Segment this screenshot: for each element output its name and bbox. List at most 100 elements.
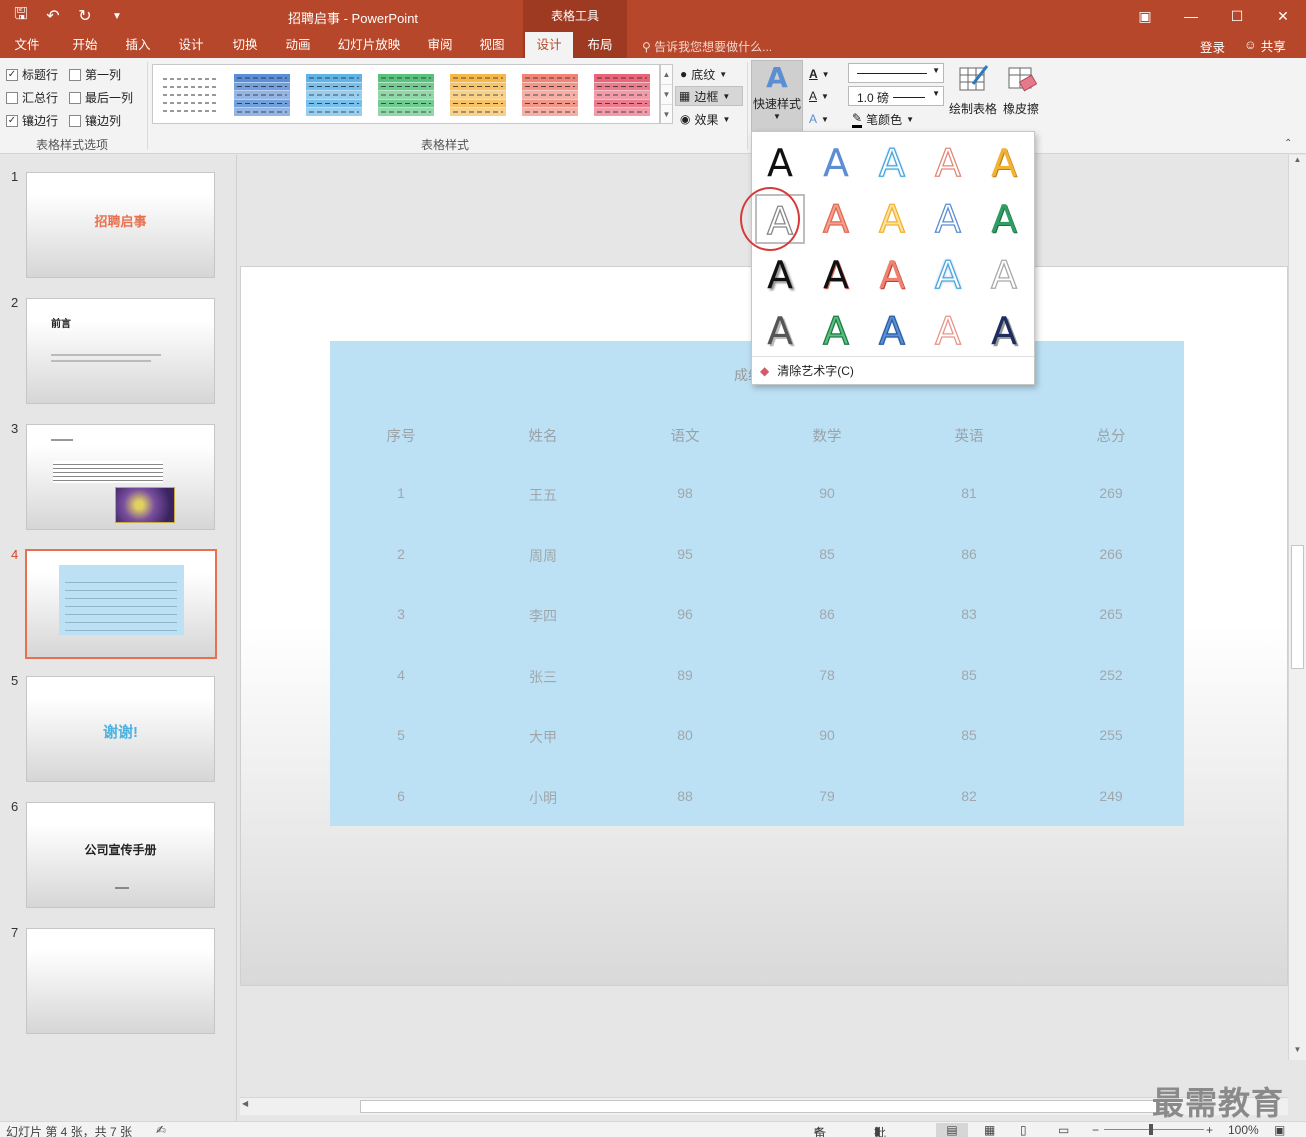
table-cell[interactable]: 252 bbox=[1040, 667, 1182, 683]
wordart-style-option[interactable]: A bbox=[755, 138, 805, 188]
vertical-scrollbar[interactable]: ▲ ▼ bbox=[1288, 155, 1306, 1060]
table-cell[interactable]: 周周 bbox=[472, 546, 614, 566]
table-cell[interactable]: 88 bbox=[614, 788, 756, 804]
gallery-down-icon[interactable]: ▼ bbox=[661, 85, 672, 105]
slide-thumbnail-1[interactable]: 招聘启事 bbox=[26, 172, 215, 278]
draw-table-button[interactable]: 绘制表格 bbox=[948, 64, 998, 117]
table-cell[interactable]: 78 bbox=[756, 667, 898, 683]
table-cell[interactable]: 1 bbox=[330, 485, 472, 501]
wordart-style-option[interactable]: A bbox=[755, 250, 805, 300]
slide-thumbnail-5[interactable]: 谢谢! bbox=[26, 676, 215, 782]
wordart-style-option[interactable]: A bbox=[867, 194, 917, 244]
wordart-style-option[interactable]: A bbox=[867, 138, 917, 188]
tab-review[interactable]: 审阅 bbox=[419, 32, 461, 58]
table-cell[interactable]: 98 bbox=[614, 485, 756, 501]
scroll-down-icon[interactable]: ▼ bbox=[1289, 1045, 1306, 1060]
table-header-cell[interactable]: 序号 bbox=[330, 425, 472, 446]
wordart-style-option[interactable]: A bbox=[811, 250, 861, 300]
table-style-lightblue[interactable] bbox=[305, 73, 363, 117]
eraser-button[interactable]: 橡皮擦 bbox=[1000, 64, 1042, 117]
table-cell[interactable]: 96 bbox=[614, 606, 756, 622]
wordart-style-option[interactable]: A bbox=[811, 138, 861, 188]
horizontal-scrollbar[interactable]: ◀ bbox=[240, 1097, 1288, 1115]
pen-color-button[interactable]: ✎ 笔颜色 ▼ bbox=[849, 109, 917, 129]
wordart-style-option[interactable]: A bbox=[923, 250, 973, 300]
effects-button[interactable]: ◉ 效果 ▼ bbox=[677, 109, 733, 129]
table-header-cell[interactable]: 数学 bbox=[756, 425, 898, 446]
close-icon[interactable]: ✕ bbox=[1260, 0, 1306, 32]
table-cell[interactable]: 4 bbox=[330, 667, 472, 683]
table-cell[interactable]: 81 bbox=[898, 485, 1040, 501]
table-cell[interactable]: 5 bbox=[330, 727, 472, 743]
table-cell[interactable]: 李四 bbox=[472, 606, 614, 626]
table-cell[interactable]: 89 bbox=[614, 667, 756, 683]
save-icon[interactable]: 🖫 bbox=[8, 4, 34, 28]
table-header-cell[interactable]: 姓名 bbox=[472, 425, 614, 446]
wordart-style-option[interactable]: A bbox=[979, 250, 1029, 300]
table-style-blue[interactable] bbox=[233, 73, 291, 117]
horizontal-scroll-thumb[interactable] bbox=[360, 1100, 1160, 1113]
login-link[interactable]: 登录 bbox=[1200, 37, 1225, 56]
table-cell[interactable]: 255 bbox=[1040, 727, 1182, 743]
wordart-style-option[interactable]: A bbox=[979, 306, 1029, 356]
wordart-style-option[interactable]: A bbox=[979, 194, 1029, 244]
table-header-cell[interactable]: 英语 bbox=[898, 425, 1040, 446]
ribbon-display-icon[interactable]: ▣ bbox=[1122, 0, 1168, 32]
table-cell[interactable]: 3 bbox=[330, 606, 472, 622]
table-cell[interactable]: 张三 bbox=[472, 667, 614, 687]
tab-transitions[interactable]: 切换 bbox=[224, 32, 266, 58]
slide-thumbnail-2[interactable]: 前言 bbox=[26, 298, 215, 404]
tab-layout[interactable]: 布局 bbox=[578, 32, 622, 58]
normal-view-icon[interactable]: ▤ bbox=[936, 1123, 968, 1137]
share-button[interactable]: ☺ 共享 bbox=[1238, 35, 1292, 55]
scroll-left-icon[interactable]: ◀ bbox=[242, 1099, 248, 1108]
table-cell[interactable]: 2 bbox=[330, 546, 472, 562]
shading-button[interactable]: ● 底纹 ▼ bbox=[677, 64, 730, 84]
slide-thumbnail-6[interactable]: 公司宣传手册 bbox=[26, 802, 215, 908]
wordart-style-option[interactable]: A bbox=[923, 194, 973, 244]
slide-sorter-icon[interactable]: ▦ bbox=[984, 1123, 995, 1137]
tab-design[interactable]: 设计 bbox=[170, 32, 212, 58]
text-effects-button[interactable]: A ▼ bbox=[806, 109, 832, 129]
reading-view-icon[interactable]: ▯ bbox=[1020, 1123, 1027, 1137]
wordart-style-option[interactable]: A bbox=[811, 194, 861, 244]
spellcheck-icon[interactable]: ✍ bbox=[156, 1123, 166, 1137]
table-cell[interactable]: 85 bbox=[898, 667, 1040, 683]
redo-icon[interactable]: ↻ bbox=[72, 4, 98, 28]
table-cell[interactable]: 6 bbox=[330, 788, 472, 804]
table-cell[interactable]: 90 bbox=[756, 727, 898, 743]
table-cell[interactable]: 269 bbox=[1040, 485, 1182, 501]
pen-style-dropdown[interactable]: ▼ bbox=[848, 63, 944, 83]
table-cell[interactable]: 85 bbox=[756, 546, 898, 562]
gallery-up-icon[interactable]: ▲ bbox=[661, 65, 672, 85]
header-row-checkbox[interactable]: ✓ 标题行 bbox=[6, 66, 58, 83]
table-header-cell[interactable]: 总分 bbox=[1040, 425, 1182, 446]
table-style-plain[interactable] bbox=[161, 73, 219, 117]
wordart-style-option[interactable]: A bbox=[755, 306, 805, 356]
wordart-style-option[interactable]: A bbox=[811, 306, 861, 356]
pen-weight-dropdown[interactable]: 1.0 磅 ▼ bbox=[848, 86, 944, 106]
table-cell[interactable]: 83 bbox=[898, 606, 1040, 622]
table-cell[interactable]: 266 bbox=[1040, 546, 1182, 562]
table-header-cell[interactable]: 语文 bbox=[614, 425, 756, 446]
slideshow-icon[interactable]: ▭ bbox=[1058, 1123, 1069, 1137]
collapse-ribbon-icon[interactable]: ⌃ bbox=[1284, 138, 1292, 149]
zoom-in-icon[interactable]: + bbox=[1206, 1123, 1213, 1137]
table-style-pink[interactable] bbox=[593, 73, 651, 117]
gallery-scroll[interactable]: ▲ ▼ ▼ bbox=[660, 64, 673, 124]
zoom-slider-track[interactable] bbox=[1104, 1129, 1204, 1130]
customize-qat-icon[interactable]: ▼ bbox=[104, 4, 130, 28]
border-button[interactable]: ▦ 边框 ▼ bbox=[675, 86, 743, 106]
quick-styles-button[interactable]: A 快速样式 ▼ bbox=[751, 60, 803, 132]
text-fill-button[interactable]: A ▼ bbox=[806, 64, 833, 84]
wordart-style-option[interactable]: A bbox=[867, 306, 917, 356]
tab-table-design[interactable]: 设计 bbox=[525, 32, 573, 58]
table-cell[interactable]: 80 bbox=[614, 727, 756, 743]
tab-view[interactable]: 视图 bbox=[471, 32, 513, 58]
table-cell[interactable]: 265 bbox=[1040, 606, 1182, 622]
slide-thumbnail-3[interactable] bbox=[26, 424, 215, 530]
wordart-style-option[interactable]: A bbox=[923, 306, 973, 356]
table-cell[interactable]: 大甲 bbox=[472, 727, 614, 747]
tab-slideshow[interactable]: 幻灯片放映 bbox=[334, 32, 404, 58]
scroll-up-icon[interactable]: ▲ bbox=[1289, 155, 1306, 170]
